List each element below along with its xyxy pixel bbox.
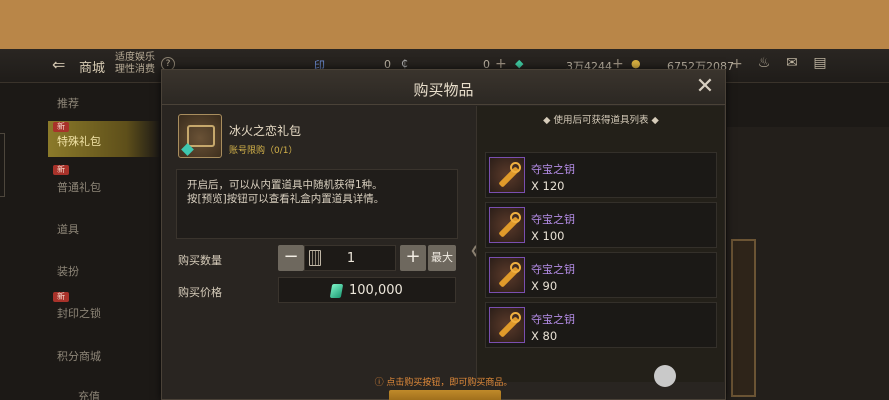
sidebar-item-recommend[interactable]: 推荐 bbox=[48, 83, 160, 119]
reward-item[interactable]: 夺宝之钥 X 100 bbox=[485, 202, 717, 248]
reward-name: 夺宝之钥 bbox=[531, 313, 575, 326]
reward-qty: X 90 bbox=[531, 279, 558, 293]
back-arrow-icon[interactable]: ⇐ bbox=[52, 56, 74, 74]
key-icon bbox=[489, 207, 525, 243]
chat-icon[interactable]: ▤ bbox=[811, 56, 829, 71]
package-name: 冰火之恋礼包 bbox=[229, 124, 302, 138]
reward-list: ◆ 使用后可获得道具列表 ◆ 夺宝之钥 X 120 夺宝之钥 X 100 夺宝之… bbox=[476, 106, 724, 382]
gift-box-lid bbox=[187, 125, 215, 147]
mail-icon[interactable]: ✉ bbox=[783, 56, 801, 71]
sidebar-item-special-packs[interactable]: 新 特殊礼包 bbox=[48, 121, 160, 157]
buy-button[interactable] bbox=[389, 390, 501, 400]
shop-sidebar: 推荐 新 特殊礼包 新 普通礼包 道具 装扮 新 封印之锁 积分商城 充值 bbox=[0, 83, 160, 400]
game-screen: ⇐ 商城 适度娱乐 理性消费 ? 印 0 ₵ 0 + ◆ 3万4244 + ● … bbox=[0, 49, 889, 400]
reward-name: 夺宝之钥 bbox=[531, 163, 575, 176]
sidebar-item-label: 充值 bbox=[78, 390, 100, 400]
close-icon[interactable]: ✕ bbox=[693, 75, 717, 99]
top-band bbox=[0, 0, 889, 49]
quantity-input[interactable]: 1 bbox=[304, 245, 396, 271]
description-line: 按[预览]按钮可以查看礼盒内置道具详情。 bbox=[187, 193, 385, 205]
sidebar-item-outfits[interactable]: 装扮 bbox=[48, 251, 160, 287]
healthy-gaming-text-2: 理性消费 bbox=[115, 64, 155, 75]
gold-add-button[interactable]: + bbox=[731, 56, 743, 72]
reward-name: 夺宝之钥 bbox=[531, 263, 575, 276]
gift-box-icon bbox=[178, 114, 222, 158]
price-value: 100,000 bbox=[349, 283, 403, 298]
sidebar-item-items[interactable]: 道具 bbox=[48, 209, 160, 245]
key-icon bbox=[489, 307, 525, 343]
purchase-limit: 账号限购（0/1） bbox=[229, 146, 298, 156]
background-frame bbox=[731, 239, 756, 397]
purchase-dialog: 购买物品 ✕ 冰火之恋礼包 账号限购（0/1） 开启后，可以从内置道具中随机获得… bbox=[161, 69, 726, 400]
reward-item[interactable]: 夺宝之钥 X 120 bbox=[485, 152, 717, 198]
reward-item[interactable]: 夺宝之钥 X 90 bbox=[485, 252, 717, 298]
reward-qty: X 100 bbox=[531, 229, 565, 243]
reward-qty: X 120 bbox=[531, 179, 565, 193]
sidebar-item-label: 特殊礼包 bbox=[57, 135, 101, 148]
sidebar-item-label: 推荐 bbox=[57, 97, 79, 110]
reward-qty: X 80 bbox=[531, 329, 558, 343]
sidebar-item-label: 道具 bbox=[57, 223, 79, 236]
reward-list-title: ◆ 使用后可获得道具列表 ◆ bbox=[543, 115, 659, 126]
package-description: 开启后，可以从内置道具中随机获得1种。 按[预览]按钮可以查看礼盒内置道具详情。 bbox=[176, 169, 458, 239]
sidebar-item-label: 普通礼包 bbox=[57, 181, 101, 194]
purchase-hint: ⓘ 点击购买按钮，即可购买商品。 bbox=[374, 378, 513, 388]
price-label: 购买价格 bbox=[178, 286, 222, 299]
description-line: 开启后，可以从内置道具中随机获得1种。 bbox=[187, 179, 383, 191]
pot-icon[interactable]: ♨ bbox=[755, 56, 773, 71]
sidebar-item-seal-lock[interactable]: 新 封印之锁 bbox=[48, 292, 160, 329]
sidebar-item-points-shop[interactable]: 积分商城 bbox=[48, 336, 160, 372]
quantity-value: 1 bbox=[346, 251, 356, 266]
reward-item[interactable]: 夺宝之钥 X 80 bbox=[485, 302, 717, 348]
healthy-gaming-notice: 适度娱乐 理性消费 bbox=[115, 52, 163, 76]
dialog-header: 购买物品 ✕ bbox=[162, 70, 725, 105]
new-badge: 新 bbox=[53, 292, 69, 302]
quantity-plus-button[interactable]: + bbox=[400, 245, 426, 271]
quantity-label: 购买数量 bbox=[178, 254, 222, 267]
sidebar-item-label: 积分商城 bbox=[57, 350, 101, 363]
quantity-minus-button[interactable]: − bbox=[278, 245, 304, 271]
healthy-gaming-text: 适度娱乐 bbox=[115, 52, 155, 63]
sidebar-item-label: 装扮 bbox=[57, 265, 79, 278]
new-badge: 新 bbox=[53, 122, 69, 132]
sidebar-edge bbox=[0, 133, 5, 197]
key-icon bbox=[489, 257, 525, 293]
gem-icon bbox=[329, 284, 344, 298]
dialog-title: 购买物品 bbox=[413, 81, 474, 99]
price-display: 100,000 bbox=[278, 277, 456, 303]
purchase-details: 冰火之恋礼包 账号限购（0/1） 开启后，可以从内置道具中随机获得1种。 按[预… bbox=[172, 112, 472, 374]
key-icon bbox=[489, 157, 525, 193]
quantity-max-button[interactable]: 最大 bbox=[428, 245, 456, 271]
shop-title: 商城 bbox=[79, 61, 106, 76]
sidebar-item-recharge[interactable]: 充值 bbox=[48, 376, 160, 400]
sidebar-item-label: 封印之锁 bbox=[57, 307, 101, 320]
sidebar-item-normal-packs[interactable]: 新 普通礼包 bbox=[48, 165, 160, 203]
new-badge: 新 bbox=[53, 165, 69, 175]
reward-name: 夺宝之钥 bbox=[531, 213, 575, 226]
